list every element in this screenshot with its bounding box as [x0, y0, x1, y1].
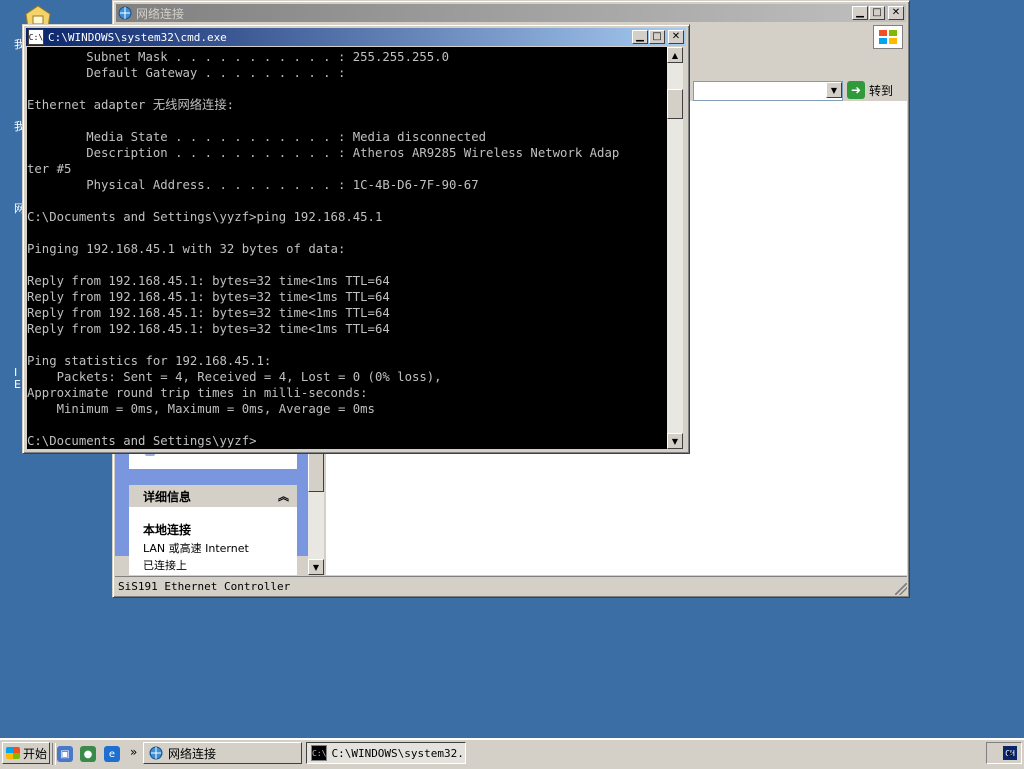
- taskbar-separator: [52, 743, 56, 765]
- media-player-icon[interactable]: ●: [80, 746, 96, 762]
- task-label: 网络连接: [168, 746, 217, 761]
- minimize-button[interactable]: ▁: [852, 6, 868, 20]
- maximize-button[interactable]: □: [869, 6, 885, 20]
- details-panel-header[interactable]: 详细信息 ︽: [129, 485, 297, 507]
- network-icon: [148, 746, 164, 760]
- console-line: Ping statistics for 192.168.45.1:: [27, 354, 272, 368]
- console-line: Default Gateway . . . . . . . . . :: [27, 66, 346, 80]
- cmd-icon: C:\: [311, 745, 328, 761]
- console-line: Reply from 192.168.45.1: bytes=32 time<1…: [27, 274, 390, 288]
- scrollbar-thumb[interactable]: [667, 89, 683, 119]
- system-tray: CH: [986, 742, 1022, 764]
- scroll-down-button[interactable]: ▼: [667, 433, 683, 449]
- console-scrollbar[interactable]: ▲ ▼: [667, 47, 683, 449]
- console-line: Ethernet adapter 无线网络连接:: [27, 98, 235, 112]
- task-button-network[interactable]: 网络连接: [143, 742, 302, 764]
- console-output[interactable]: Subnet Mask . . . . . . . . . . . : 255.…: [27, 47, 667, 449]
- address-dropdown-button[interactable]: ▼: [826, 82, 842, 98]
- go-arrow-icon: ➜: [847, 81, 865, 99]
- console-line: Description . . . . . . . . . . . : Athe…: [27, 146, 620, 160]
- close-button[interactable]: ✕: [668, 30, 684, 44]
- cmd-window: C:\ C:\WINDOWS\system32\cmd.exe ▁ □ ✕ Su…: [22, 24, 690, 454]
- desktop: { "desktop": { "icon_labels": ["我", "我",…: [0, 0, 1024, 769]
- console-line: Reply from 192.168.45.1: bytes=32 time<1…: [27, 322, 390, 336]
- console-line: Pinging 192.168.45.1 with 32 bytes of da…: [27, 242, 346, 256]
- cmd-window-titlebar[interactable]: C:\ C:\WINDOWS\system32\cmd.exe ▁ □ ✕: [26, 28, 686, 46]
- console-line: Reply from 192.168.45.1: bytes=32 time<1…: [27, 290, 390, 304]
- console-line: Approximate round trip times in milli-se…: [27, 386, 368, 400]
- windows-logo-icon: [873, 25, 903, 49]
- desktop-icon-label: E: [14, 378, 21, 391]
- windows-flag-icon: [6, 747, 20, 759]
- start-label: 开始: [23, 746, 48, 761]
- network-window-title: 网络连接: [136, 6, 185, 21]
- address-input[interactable]: ▼: [693, 81, 843, 101]
- maximize-button[interactable]: □: [649, 30, 665, 44]
- start-button[interactable]: 开始: [2, 742, 50, 764]
- details-header-label: 详细信息: [143, 489, 192, 504]
- console-line: Packets: Sent = 4, Received = 4, Lost = …: [27, 370, 442, 384]
- details-connection-name: 本地连接: [143, 523, 192, 537]
- details-connection-status: 已连接上: [143, 559, 187, 572]
- tray-expand-chevron[interactable]: «: [1006, 747, 1013, 761]
- show-desktop-icon[interactable]: ▣: [57, 746, 73, 762]
- console-line: ter #5: [27, 162, 72, 176]
- task-button-cmd[interactable]: C:\ C:\WINDOWS\system32...: [306, 742, 466, 764]
- chevron-up-icon[interactable]: ︽: [278, 488, 289, 504]
- details-connection-type: LAN 或高速 Internet: [143, 542, 249, 555]
- console-line: C:\Documents and Settings\yyzf>: [27, 434, 257, 448]
- console-line: Physical Address. . . . . . . . . : 1C-4…: [27, 178, 479, 192]
- console-line: Subnet Mask . . . . . . . . . . . : 255.…: [27, 50, 449, 64]
- go-button[interactable]: ➜ 转到: [847, 81, 893, 99]
- status-text: SiS191 Ethernet Controller: [118, 579, 291, 593]
- task-label: C:\WINDOWS\system32...: [331, 746, 466, 760]
- network-toolbar: [693, 23, 907, 51]
- scroll-down-button[interactable]: ▼: [308, 559, 324, 575]
- console-line: Reply from 192.168.45.1: bytes=32 time<1…: [27, 306, 390, 320]
- console-line: C:\Documents and Settings\yyzf>ping 192.…: [27, 210, 383, 224]
- network-window-titlebar[interactable]: 网络连接 ▁ □ ✕: [116, 4, 906, 22]
- taskbar: 开始 ▣ ● e » 网络连接 C:\ C:\WINDOWS\system32.…: [0, 738, 1024, 769]
- console-line: Minimum = 0ms, Maximum = 0ms, Average = …: [27, 402, 375, 416]
- cmd-window-title: C:\WINDOWS\system32\cmd.exe: [48, 30, 227, 44]
- scroll-up-button[interactable]: ▲: [667, 47, 683, 63]
- minimize-button[interactable]: ▁: [632, 30, 648, 44]
- close-button[interactable]: ✕: [888, 6, 904, 20]
- status-bar: SiS191 Ethernet Controller: [115, 576, 907, 595]
- resize-grip-icon[interactable]: [895, 583, 907, 595]
- quicklaunch-more-chevron[interactable]: »: [130, 745, 137, 759]
- go-label: 转到: [869, 83, 894, 98]
- address-bar: ▼ ➜ 转到: [693, 79, 907, 103]
- internet-explorer-icon[interactable]: e: [104, 746, 120, 762]
- console-line: Media State . . . . . . . . . . . : Medi…: [27, 130, 487, 144]
- network-window-icon: [118, 6, 132, 20]
- cmd-icon: C:\: [28, 29, 44, 45]
